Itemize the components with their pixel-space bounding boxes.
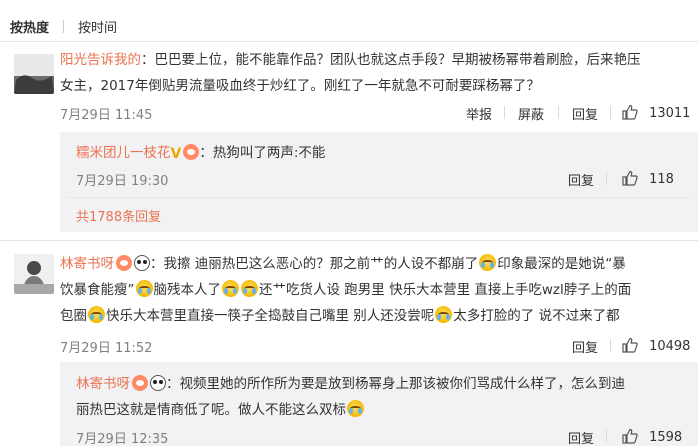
- like-count: 1598: [649, 430, 683, 445]
- reply-time: 7月29日 12:35: [76, 432, 169, 446]
- reply-button[interactable]: 回复: [572, 337, 598, 356]
- like-count: 13011: [649, 106, 691, 121]
- reply-button[interactable]: 回复: [572, 104, 598, 123]
- reply-text: 丽热巴这就是情商低了呢。做人不能这么双标: [76, 402, 346, 418]
- report-button[interactable]: 举报: [466, 104, 492, 123]
- block-button[interactable]: 屏蔽: [518, 104, 544, 123]
- reply-username[interactable]: 林寄书呀: [76, 376, 130, 392]
- action-divider: [610, 106, 611, 119]
- comment-text: 太多打脸的了 说不过来了都: [453, 308, 620, 324]
- tabs-divider: [0, 41, 698, 42]
- reply-time: 7月29日 19:30: [76, 174, 169, 189]
- comment-time: 7月29日 11:45: [60, 108, 153, 123]
- reply-body: 糯米团儿一枝花V ：热狗叫了两声:不能: [76, 140, 325, 167]
- comment-time: 7月29日 11:52: [60, 341, 153, 356]
- comment-text: 还艹吃货人设 跑男里 快乐大本营里 直接上手吃wzl脖子上的面: [259, 282, 632, 298]
- member-badge-icon: [183, 144, 200, 160]
- action-divider: [558, 106, 559, 119]
- action-divider: [610, 339, 611, 352]
- comment-body: 阳光告诉我的：巴巴要上位，能不能靠作品？团队也就这点手段？早期被杨幂带着刷脸，后…: [60, 47, 696, 99]
- comment-text: ：巴巴要上位，能不能靠作品？团队也就这点手段？早期被杨幂带着刷脸，后来艳压: [141, 52, 641, 68]
- tab-sort-time[interactable]: 按时间: [78, 17, 117, 36]
- member-badge-icon: [116, 255, 132, 271]
- tab-sort-hot[interactable]: 按热度: [10, 17, 49, 36]
- comment-username[interactable]: 林寄书呀: [60, 256, 114, 272]
- laugh-cry-emoji-icon: [347, 400, 364, 417]
- like-button[interactable]: 10498: [622, 335, 690, 354]
- more-replies-link[interactable]: 共1788条回复: [76, 206, 161, 225]
- like-count: 10498: [649, 339, 691, 354]
- thumbs-up-icon: [622, 428, 638, 444]
- like-button[interactable]: 1598: [622, 426, 682, 445]
- sort-tabs: 按热度 按时间: [10, 14, 117, 38]
- reply-button[interactable]: 回复: [568, 428, 594, 446]
- comment-text: 脑残本人了: [153, 282, 222, 298]
- comment-divider: [0, 240, 698, 241]
- panda-badge-icon: [134, 255, 150, 271]
- thumbs-up-icon: [622, 104, 638, 120]
- laugh-cry-emoji-icon: [241, 280, 258, 297]
- reply-button[interactable]: 回复: [568, 170, 594, 189]
- laugh-cry-emoji-icon: [479, 254, 497, 271]
- avatar[interactable]: [14, 54, 54, 94]
- panda-badge-icon: [150, 375, 166, 391]
- member-badge-icon: [132, 375, 148, 391]
- comment-body: 林寄书呀 ：我擦 迪丽热巴这么恶心的？那之前艹的人设不都崩了 印象最深的是她说“暴 …: [60, 251, 696, 329]
- verified-badge-icon: V: [170, 146, 182, 162]
- laugh-cry-emoji-icon: [88, 306, 105, 323]
- comment-username[interactable]: 阳光告诉我的: [60, 52, 141, 68]
- like-button[interactable]: 13011: [622, 102, 690, 121]
- comment-text: 饮暴食能瘦”: [60, 282, 135, 298]
- comment-text: 女主，2017年倒贴男流量吸血终于炒红了。刚红了一年就急不可耐要踩杨幂了？: [60, 78, 540, 94]
- tab-divider: [63, 19, 65, 33]
- thumbs-up-icon: [622, 170, 638, 186]
- like-count: 118: [649, 172, 674, 187]
- reply-text: ：视频里她的所作所为要是放到杨幂身上那该被你们骂成什么样了，怎么到迪: [166, 376, 625, 392]
- laugh-cry-emoji-icon: [222, 280, 239, 297]
- thumbs-up-icon: [622, 337, 638, 353]
- action-divider: [606, 172, 607, 185]
- like-button[interactable]: 118: [622, 168, 674, 187]
- comment-text: 印象最深的是她说“暴: [497, 256, 626, 272]
- reply-body: 林寄书呀 ：视频里她的所作所为要是放到杨幂身上那该被你们骂成什么样了，怎么到迪 丽…: [76, 371, 692, 423]
- avatar[interactable]: [14, 254, 54, 294]
- comment-text: 快乐大本营里直接一筷子全捣鼓自己嘴里 别人还没尝呢: [106, 308, 435, 324]
- reply-username[interactable]: 糯米团儿一枝花: [76, 145, 171, 161]
- action-divider: [606, 430, 607, 443]
- action-divider: [504, 106, 505, 119]
- laugh-cry-emoji-icon: [435, 306, 453, 323]
- comment-text: ：我擦 迪丽热巴这么恶心的？那之前艹的人设不都崩了: [150, 256, 479, 272]
- reply-divider: [68, 197, 690, 198]
- laugh-cry-emoji-icon: [135, 280, 153, 297]
- comment-text: 包圈: [60, 308, 87, 324]
- reply-text: ：热狗叫了两声:不能: [199, 145, 326, 161]
